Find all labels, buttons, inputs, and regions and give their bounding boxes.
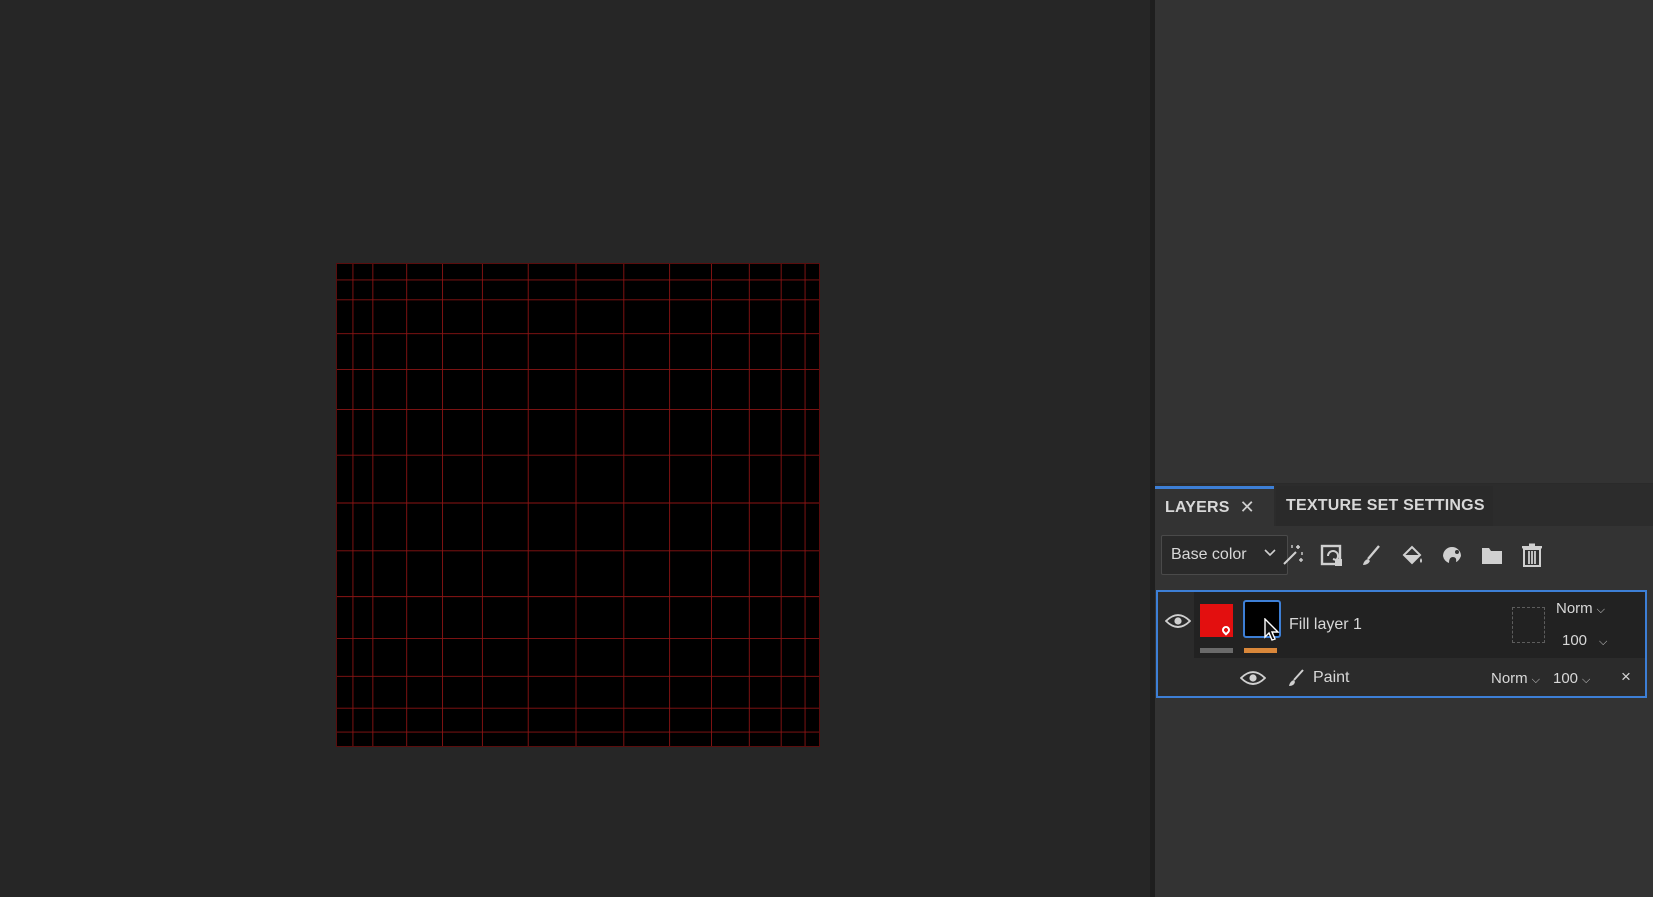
uv-texture-canvas[interactable] <box>336 263 820 747</box>
add-fill-layer-icon[interactable] <box>1316 539 1348 571</box>
mask-color-bar <box>1244 648 1277 653</box>
tab-layers-label: LAYERS <box>1165 498 1230 516</box>
paint-blend-mode-dropdown[interactable]: Norm ⌵ <box>1491 670 1540 687</box>
chevron-down-icon: ⌵ <box>1599 636 1608 648</box>
eye-icon[interactable] <box>1239 669 1267 687</box>
fill-color-thumbnail[interactable] <box>1200 604 1233 637</box>
layer-color-bar <box>1200 648 1233 653</box>
paint-layer-icon[interactable] <box>1356 539 1388 571</box>
right-panel: LAYERS ✕ TEXTURE SET SETTINGS Base color <box>1155 0 1653 897</box>
chevron-down-icon: ⌵ <box>1596 604 1606 616</box>
magic-wand-icon[interactable] <box>1276 539 1308 571</box>
layer-stack: Fill layer 1 Norm ⌵ 100 ⌵ Paint Norm ⌵ 1… <box>1156 590 1647 698</box>
paint-effect-name: Paint <box>1313 669 1350 686</box>
uv-grid <box>337 264 819 746</box>
paint-opacity-dropdown[interactable]: 100 ⌵ <box>1553 670 1590 687</box>
empty-dock-area <box>1155 0 1653 484</box>
delete-icon[interactable] <box>1516 539 1548 571</box>
fill-bucket-icon <box>1220 624 1232 636</box>
blend-mode-value: Norm <box>1556 600 1593 617</box>
paint-effect-row[interactable]: Paint Norm ⌵ 100 ⌵ × <box>1158 660 1645 696</box>
layer-name[interactable]: Fill layer 1 <box>1289 616 1362 634</box>
2d-viewport[interactable] <box>0 0 1150 897</box>
remove-effect-icon[interactable]: × <box>1621 667 1631 687</box>
tab-layers[interactable]: LAYERS ✕ <box>1155 486 1274 526</box>
eye-icon[interactable] <box>1164 612 1192 630</box>
mask-thumbnail[interactable] <box>1243 600 1281 638</box>
fill-layer-row[interactable]: Fill layer 1 Norm ⌵ 100 ⌵ <box>1194 592 1645 658</box>
fill-bucket-icon[interactable] <box>1396 539 1428 571</box>
smart-mask-icon[interactable] <box>1436 539 1468 571</box>
mask-slot-placeholder[interactable] <box>1512 607 1545 643</box>
blend-mode-dropdown[interactable]: Norm ⌵ <box>1556 600 1605 617</box>
tab-bar: LAYERS ✕ TEXTURE SET SETTINGS <box>1155 484 1653 526</box>
close-icon[interactable]: ✕ <box>1240 497 1255 518</box>
paint-opacity-value: 100 <box>1553 670 1579 687</box>
tab-texture-set-settings[interactable]: TEXTURE SET SETTINGS <box>1276 486 1493 526</box>
opacity-value: 100 <box>1562 632 1588 649</box>
channel-select-value: Base color <box>1171 546 1247 563</box>
folder-icon[interactable] <box>1476 539 1508 571</box>
paint-blend-mode-value: Norm <box>1491 670 1528 687</box>
layers-dock: LAYERS ✕ TEXTURE SET SETTINGS Base color <box>1155 484 1653 897</box>
brush-icon <box>1286 668 1306 688</box>
chevron-down-icon: ⌵ <box>1582 674 1591 686</box>
tab-texture-set-settings-label: TEXTURE SET SETTINGS <box>1286 497 1485 514</box>
chevron-down-icon <box>1263 545 1277 562</box>
opacity-dropdown[interactable]: 100 ⌵ <box>1562 632 1607 649</box>
channel-select[interactable]: Base color <box>1161 535 1288 575</box>
chevron-down-icon: ⌵ <box>1531 674 1541 686</box>
